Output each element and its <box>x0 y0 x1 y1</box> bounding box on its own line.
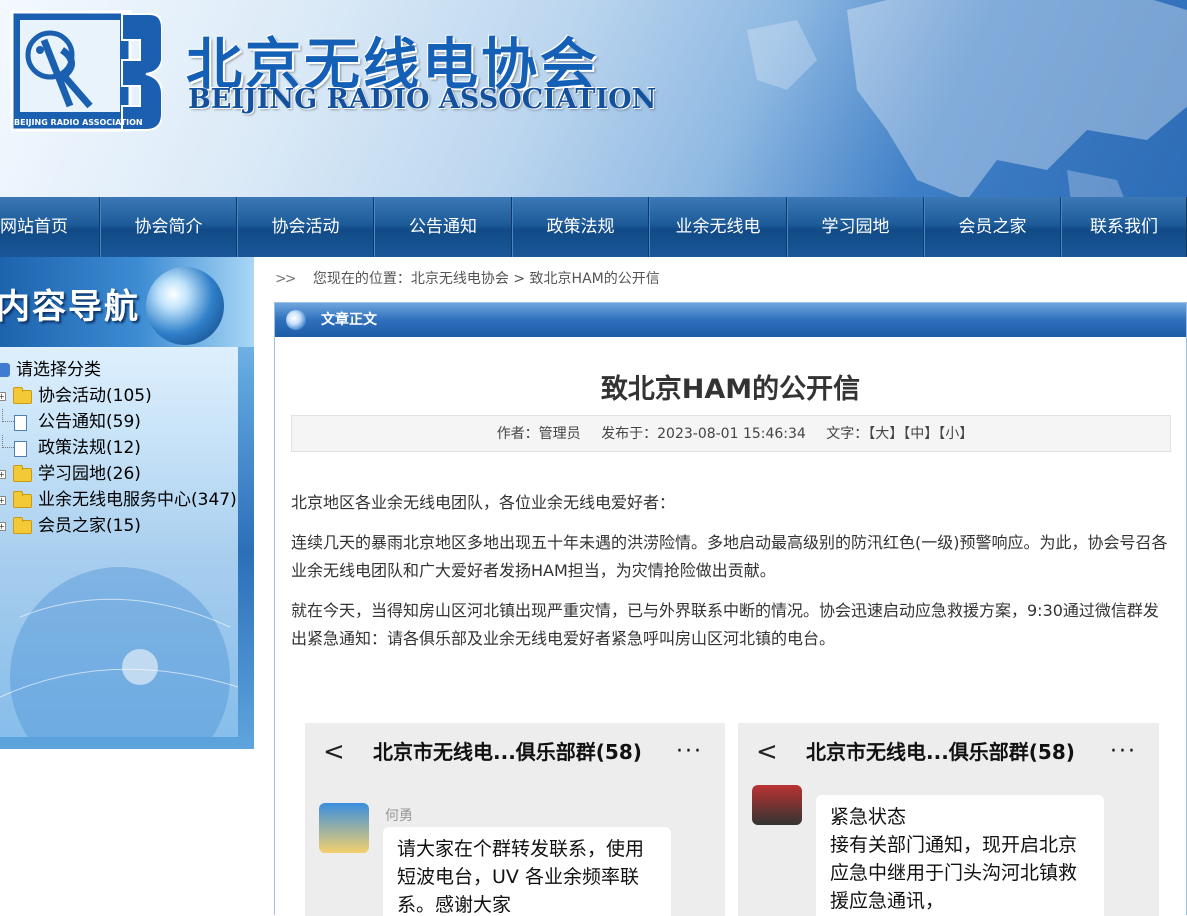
category-label: 协会活动(105) <box>38 386 152 406</box>
breadcrumb-arrows: >> <box>275 271 297 287</box>
category-item[interactable]: + 学习园地(26) <box>0 461 254 487</box>
category-item[interactable]: + 业余无线电服务中心(347) <box>0 487 254 513</box>
help-icon <box>0 363 10 377</box>
nav-notices[interactable]: 公告通知 <box>374 197 512 257</box>
chat-screenshot: < 北京市无线电...俱乐部群(58) ··· 紧急状态 接有关部门通知，现开启… <box>738 723 1159 916</box>
globe-icon <box>146 267 224 345</box>
more-icon: ··· <box>676 739 703 764</box>
document-icon <box>14 441 27 457</box>
panel-header: 文章正文 <box>275 303 1186 337</box>
category-tree: 请选择分类 + 协会活动(105) 公告通知(59) 政策法规(12) + 学习… <box>0 357 254 539</box>
chat-header: < 北京市无线电...俱乐部群(58) ··· <box>305 723 725 781</box>
article-paragraph: 北京地区各业余无线电团队，各位业余无线电爱好者： <box>291 493 676 512</box>
association-logo[interactable]: BEIJING RADIO ASSOCIATION <box>10 10 163 135</box>
avatar <box>752 785 802 825</box>
folder-icon <box>13 387 32 404</box>
article-panel: 文章正文 致北京HAM的公开信 作者：管理员 发布于：2023-08-01 15… <box>274 302 1187 916</box>
back-icon: < <box>756 737 778 767</box>
category-item[interactable]: + 会员之家(15) <box>0 513 254 539</box>
category-label: 公告通知(59) <box>38 412 141 432</box>
panel-title: 文章正文 <box>321 312 377 328</box>
breadcrumb-text[interactable]: 您现在的位置：北京无线电协会 > 致北京HAM的公开信 <box>313 271 660 287</box>
nav-about[interactable]: 协会简介 <box>100 197 237 257</box>
chat-message: 请大家在个群转发联系，使用短波电台，UV 各业余频率联系。感谢大家 <box>383 827 671 916</box>
world-map-graphic <box>747 0 1187 197</box>
chat-sender: 何勇 <box>385 808 413 824</box>
sidebar-header: 内容导航 <box>0 257 254 347</box>
font-size-label: 文字： <box>826 426 869 442</box>
tree-root[interactable]: 请选择分类 <box>0 357 254 383</box>
article-title: 致北京HAM的公开信 <box>600 374 861 405</box>
sidebar-title: 内容导航 <box>0 287 140 327</box>
tree-root-label: 请选择分类 <box>16 360 101 380</box>
bullet-icon <box>286 310 306 330</box>
folder-icon <box>13 465 32 482</box>
chat-screenshot: < 北京市无线电...俱乐部群(58) ··· 何勇 请大家在个群转发联系，使用… <box>305 723 725 916</box>
earth-graphic <box>0 567 238 737</box>
main-nav: 网站首页 协会简介 协会活动 公告通知 政策法规 业余无线电 学习园地 会员之家… <box>0 197 1187 257</box>
font-size-small-link[interactable]: 【小】 <box>938 426 973 442</box>
article-meta: 作者：管理员 发布于：2023-08-01 15:46:34 文字：【大】【中】… <box>291 415 1171 452</box>
category-item[interactable]: 公告通知(59) <box>0 409 254 435</box>
article-paragraph: 连续几天的暴雨北京地区多地出现五十年未遇的洪涝险情。多地启动最高级别的防汛红色(… <box>291 533 1168 580</box>
nav-policies[interactable]: 政策法规 <box>512 197 649 257</box>
category-item[interactable]: 政策法规(12) <box>0 435 254 461</box>
expand-icon[interactable]: + <box>0 522 6 531</box>
expand-icon[interactable]: + <box>0 496 6 505</box>
nav-home[interactable]: 网站首页 <box>0 197 100 257</box>
back-icon: < <box>323 737 345 767</box>
more-icon: ··· <box>1110 739 1137 764</box>
avatar <box>319 803 369 853</box>
category-item[interactable]: + 协会活动(105) <box>0 383 254 409</box>
chat-group-title: 北京市无线电...俱乐部群(58) <box>806 740 1075 764</box>
folder-icon <box>13 491 32 508</box>
category-label: 学习园地(26) <box>38 464 141 484</box>
nav-learning[interactable]: 学习园地 <box>787 197 924 257</box>
category-label: 政策法规(12) <box>38 438 141 458</box>
document-icon <box>14 415 27 431</box>
font-size-large-link[interactable]: 【大】 <box>868 426 903 442</box>
expand-icon[interactable]: + <box>0 470 6 479</box>
nav-contact[interactable]: 联系我们 <box>1061 197 1187 257</box>
site-title-en: BEIJING RADIO ASSOCIATION <box>188 84 657 115</box>
nav-members[interactable]: 会员之家 <box>924 197 1061 257</box>
content-nav-sidebar: 内容导航 请选择分类 + 协会活动(105) 公告通知(59) 政策法规(12) <box>0 257 254 749</box>
article-date: 发布于：2023-08-01 15:46:34 <box>601 426 806 442</box>
article-paragraph: 就在今天，当得知房山区河北镇出现严重灾情，已与外界联系中断的情况。协会迅速启动应… <box>291 601 1159 648</box>
chat-message: 紧急状态 接有关部门通知，现开启北京应急中继用于门头沟河北镇救援应急通讯， <box>816 795 1104 916</box>
chat-group-title: 北京市无线电...俱乐部群(58) <box>373 740 642 764</box>
folder-icon <box>13 517 32 534</box>
expand-icon[interactable]: + <box>0 392 6 401</box>
breadcrumb: >> 您现在的位置：北京无线电协会 > 致北京HAM的公开信 <box>275 266 660 292</box>
logo-caption: BEIJING RADIO ASSOCIATION <box>14 118 143 127</box>
nav-amateur-radio[interactable]: 业余无线电 <box>649 197 787 257</box>
article-body: 北京地区各业余无线电团队，各位业余无线电爱好者： 连续几天的暴雨北京地区多地出现… <box>291 489 1171 665</box>
chat-header: < 北京市无线电...俱乐部群(58) ··· <box>738 723 1159 781</box>
font-size-medium-link[interactable]: 【中】 <box>903 426 938 442</box>
category-label: 业余无线电服务中心(347) <box>38 490 237 510</box>
category-label: 会员之家(15) <box>38 516 141 536</box>
site-banner: BEIJING RADIO ASSOCIATION 北京无线电协会 BEIJIN… <box>0 0 1187 197</box>
article-author: 作者：管理员 <box>496 426 581 442</box>
nav-activities[interactable]: 协会活动 <box>237 197 374 257</box>
